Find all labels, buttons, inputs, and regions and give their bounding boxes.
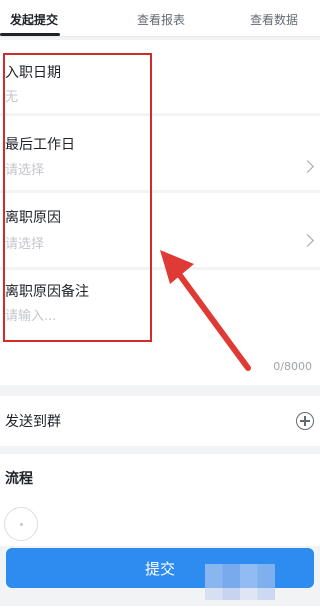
arrow-head	[160, 250, 194, 284]
tab-report[interactable]: 查看报表	[137, 11, 185, 28]
field-value: 无	[5, 90, 19, 105]
field-label: 离职原因备注	[5, 284, 89, 300]
char-counter: 0/8000	[273, 360, 312, 373]
dot-icon	[20, 523, 23, 526]
field-label: 最后工作日	[5, 137, 75, 153]
flow-section: 流程	[0, 454, 320, 546]
arrow-shaft	[173, 267, 251, 371]
send-to-group-label: 发送到群	[5, 414, 61, 430]
tab-bar: 发起提交 查看报表 查看数据	[0, 0, 320, 37]
active-tab-indicator	[0, 33, 60, 36]
red-arrow-annotation	[160, 250, 251, 371]
field-label: 离职原因	[5, 210, 61, 226]
tab-submit[interactable]: 发起提交	[10, 11, 58, 28]
field-label: 入职日期	[5, 65, 61, 81]
flow-title: 流程	[5, 471, 33, 487]
field-placeholder: 请选择	[5, 237, 45, 252]
flow-add-node[interactable]	[4, 507, 38, 541]
tab-data[interactable]: 查看数据	[250, 11, 298, 28]
chevron-right-icon	[301, 160, 314, 173]
send-to-group-row[interactable]: 发送到群	[0, 396, 320, 446]
bottom-strip	[0, 606, 320, 616]
submit-button[interactable]: 提交	[6, 548, 314, 588]
field-placeholder: 请选择	[5, 163, 45, 178]
field-last-working-day[interactable]: 最后工作日 请选择	[0, 116, 320, 190]
add-circle-icon[interactable]	[296, 412, 314, 430]
note-placeholder[interactable]: 请输入...	[5, 305, 56, 324]
field-entry-date: 入职日期 无	[0, 40, 320, 113]
chevron-right-icon	[301, 234, 314, 247]
